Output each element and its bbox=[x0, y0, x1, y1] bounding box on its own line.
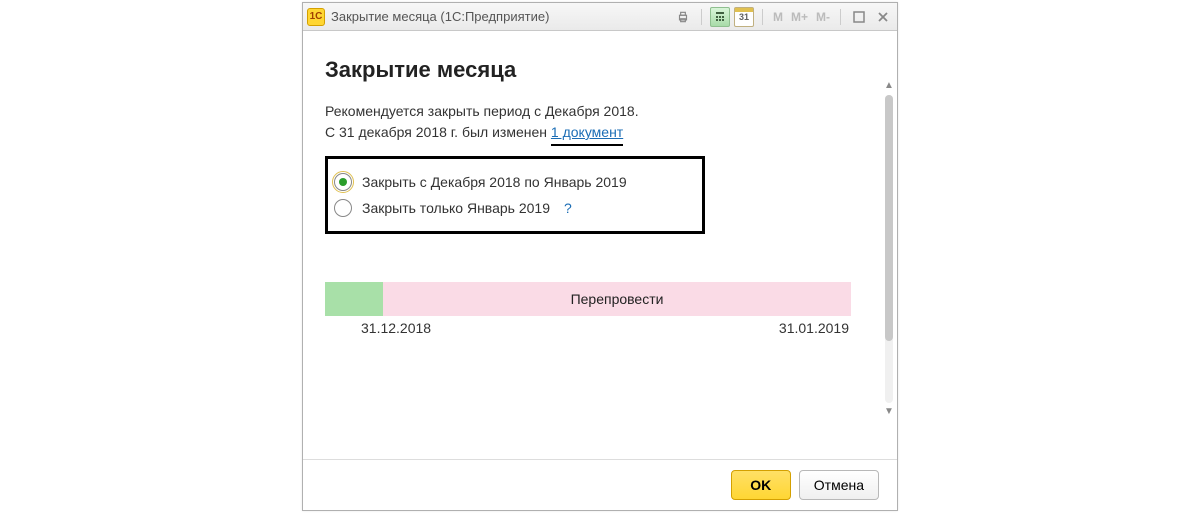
cancel-button[interactable]: Отмена bbox=[799, 470, 879, 500]
titlebar: 1C Закрытие месяца (1С:Предприятие) 31 M… bbox=[303, 3, 897, 31]
content-area: Закрытие месяца Рекомендуется закрыть пе… bbox=[303, 31, 897, 459]
ok-button[interactable]: OK bbox=[731, 470, 791, 500]
page-title: Закрытие месяца bbox=[325, 57, 877, 83]
progress-repost-segment[interactable]: Перепровести bbox=[383, 282, 851, 316]
memory-mplus-icon[interactable]: M+ bbox=[789, 10, 810, 24]
scroll-thumb[interactable] bbox=[885, 95, 893, 341]
radio-icon bbox=[334, 199, 352, 217]
recommend-line-2-prefix: С 31 декабря 2018 г. был изменен bbox=[325, 124, 551, 140]
radio-close-range[interactable]: Закрыть с Декабря 2018 по Январь 2019 bbox=[334, 169, 688, 195]
close-period-options: Закрыть с Декабря 2018 по Январь 2019 За… bbox=[325, 156, 705, 234]
period-progress: Перепровести 31.12.2018 31.01.2019 bbox=[325, 282, 851, 336]
titlebar-tools: 31 M M+ M- bbox=[673, 7, 893, 27]
date-start: 31.12.2018 bbox=[361, 320, 431, 336]
month-close-window: 1C Закрытие месяца (1С:Предприятие) 31 M… bbox=[302, 2, 898, 511]
print-icon[interactable] bbox=[673, 7, 693, 27]
minimize-icon[interactable] bbox=[849, 7, 869, 27]
radio-label: Закрыть с Декабря 2018 по Январь 2019 bbox=[362, 174, 627, 190]
progress-bar: Перепровести bbox=[325, 282, 851, 316]
radio-icon bbox=[334, 173, 352, 191]
radio-close-single[interactable]: Закрыть только Январь 2019 ? bbox=[334, 195, 688, 221]
app-logo-icon: 1C bbox=[307, 8, 325, 26]
radio-label: Закрыть только Январь 2019 bbox=[362, 200, 550, 216]
memory-mminus-icon[interactable]: M- bbox=[814, 10, 832, 24]
recommend-line-1: Рекомендуется закрыть период с Декабря 2… bbox=[325, 101, 877, 122]
help-icon[interactable]: ? bbox=[564, 200, 572, 216]
scroll-up-icon[interactable]: ▲ bbox=[883, 79, 895, 91]
progress-dates: 31.12.2018 31.01.2019 bbox=[325, 320, 851, 336]
calculator-icon[interactable] bbox=[710, 7, 730, 27]
window-title: Закрытие месяца (1С:Предприятие) bbox=[331, 9, 549, 24]
recommendation-text: Рекомендуется закрыть период с Декабря 2… bbox=[325, 101, 877, 146]
progress-complete-segment bbox=[325, 282, 383, 316]
calendar-icon[interactable]: 31 bbox=[734, 7, 754, 27]
close-icon[interactable] bbox=[873, 7, 893, 27]
memory-m-icon[interactable]: M bbox=[771, 10, 785, 24]
dialog-footer: OK Отмена bbox=[303, 459, 897, 510]
changed-docs-link[interactable]: 1 документ bbox=[551, 124, 623, 140]
vertical-scrollbar[interactable] bbox=[885, 95, 893, 403]
scroll-down-icon[interactable]: ▼ bbox=[883, 405, 895, 417]
date-end: 31.01.2019 bbox=[779, 320, 849, 336]
